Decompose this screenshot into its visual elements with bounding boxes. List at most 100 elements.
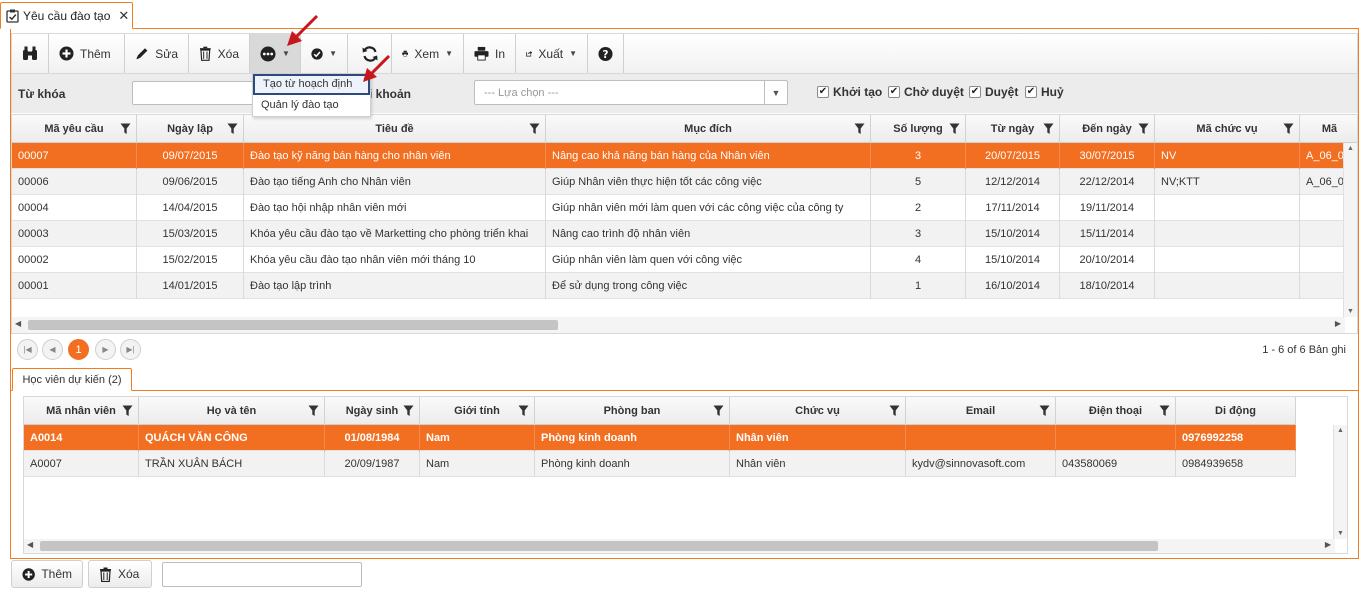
table-row[interactable]: 00002 15/02/2015 Khóa yêu cầu đào tạo nhân… (12, 247, 1357, 273)
status-checkbox-approved[interactable]: ✔ Duyệt (969, 85, 1018, 99)
page-number-current[interactable]: 1 (68, 339, 89, 360)
trainees-horizontal-scrollbar[interactable]: ◀ ▶ (24, 539, 1335, 553)
menu-item-training-management[interactable]: Quản lý đào tạo (253, 95, 370, 115)
column-header[interactable]: Mã nhân viên (24, 397, 139, 425)
filter-icon[interactable] (1043, 123, 1054, 135)
print-label: In (494, 46, 505, 61)
help-icon: ? (598, 46, 613, 61)
add-button[interactable]: Thêm (49, 34, 125, 73)
scroll-right-icon[interactable]: ▶ (1335, 319, 1341, 328)
first-page-icon[interactable]: |◀ (17, 339, 38, 360)
filter-icon[interactable] (949, 123, 960, 135)
tab-expected-trainees[interactable]: Học viên dự kiến (2) (12, 368, 132, 391)
filter-icon[interactable] (122, 405, 133, 417)
checkbox-checked-icon[interactable]: ✔ (888, 86, 900, 98)
column-header[interactable]: Mã (1300, 115, 1357, 143)
column-header[interactable]: Chức vụ (730, 397, 906, 425)
column-header[interactable]: Đến ngày (1060, 115, 1155, 143)
next-page-icon[interactable]: ▶ (95, 339, 116, 360)
filter-icon[interactable] (854, 123, 865, 135)
edit-button[interactable]: Sửa (125, 34, 189, 73)
table-cell (906, 425, 1056, 451)
table-row[interactable]: 00003 15/03/2015 Khóa yêu cầu đào tạo về M… (12, 221, 1357, 247)
filter-icon[interactable] (1159, 405, 1170, 417)
column-header[interactable]: Phòng ban (535, 397, 730, 425)
column-header[interactable]: Ngày sinh (325, 397, 420, 425)
table-row[interactable]: A0014 QUÁCH VĂN CÔNG 01/08/1984 Nam Phòng ki… (24, 425, 1296, 451)
filter-icon[interactable] (713, 405, 724, 417)
table-cell: Nâng cao trình độ nhân viên (546, 221, 871, 247)
column-header[interactable]: Mã chức vụ (1155, 115, 1300, 143)
column-header[interactable]: Từ ngày (966, 115, 1060, 143)
trainee-search-input[interactable] (162, 562, 362, 587)
close-icon[interactable]: ✕ (118, 8, 129, 24)
help-button[interactable]: ? (588, 34, 624, 73)
filter-icon[interactable] (403, 405, 414, 417)
column-header[interactable]: Số lượng (871, 115, 966, 143)
table-cell: 3 (871, 143, 966, 169)
column-header[interactable]: Mục đích (546, 115, 871, 143)
checkbox-checked-icon[interactable]: ✔ (817, 86, 829, 98)
status-checkbox-created[interactable]: ✔ Khởi tạo (817, 85, 882, 99)
filter-icon[interactable] (120, 123, 131, 135)
menu-item-create-from-plan[interactable]: Tạo từ hoạch định (253, 74, 370, 95)
column-header[interactable]: Họ và tên (139, 397, 325, 425)
scroll-right-icon[interactable]: ▶ (1325, 540, 1331, 549)
filter-icon[interactable] (1283, 123, 1294, 135)
column-header[interactable]: Giới tính (420, 397, 535, 425)
chevron-down-icon[interactable]: ▼ (764, 81, 787, 104)
account-select[interactable]: --- Lựa chọn --- ▼ (474, 80, 788, 105)
requests-horizontal-scrollbar[interactable]: ◀ ▶ (12, 317, 1345, 333)
table-row[interactable]: 00001 14/01/2015 Đào tạo lập trình Để sử dụ… (12, 273, 1357, 299)
print-button[interactable]: In (464, 34, 516, 73)
scroll-thumb[interactable] (28, 320, 558, 330)
table-row[interactable]: 00004 14/04/2015 Đào tạo hội nhập nhân viê… (12, 195, 1357, 221)
prev-page-icon[interactable]: ◀ (42, 339, 63, 360)
view-button[interactable]: Xem ▼ (392, 34, 464, 73)
scroll-down-icon[interactable]: ▼ (1344, 308, 1357, 315)
column-header-label: Mã nhân viên (46, 405, 116, 417)
last-page-icon[interactable]: ▶| (120, 339, 141, 360)
column-header[interactable]: Ngày lập (137, 115, 244, 143)
column-header[interactable]: Di động (1176, 397, 1296, 425)
tab-training-request[interactable]: Yêu cầu đào tạo ✕ (0, 2, 133, 29)
annotation-arrow-icon (287, 14, 319, 46)
scroll-up-icon[interactable]: ▲ (1344, 145, 1357, 152)
checkbox-checked-icon[interactable]: ✔ (1025, 86, 1037, 98)
table-row[interactable]: 00006 09/06/2015 Đào tạo tiếng Anh cho Nhâ… (12, 169, 1357, 195)
filter-icon[interactable] (529, 123, 540, 135)
table-row[interactable]: A0007 TRẦN XUÂN BÁCH 20/09/1987 Nam Phòng ki… (24, 451, 1296, 477)
requests-vertical-scrollbar[interactable]: ▲ ▼ (1343, 143, 1357, 317)
scroll-thumb[interactable] (40, 541, 1158, 551)
scroll-left-icon[interactable]: ◀ (27, 540, 33, 549)
checkbox-checked-icon[interactable]: ✔ (969, 86, 981, 98)
table-cell: 00003 (12, 221, 137, 247)
status-checkbox-cancelled[interactable]: ✔ Huỷ (1025, 85, 1064, 99)
scroll-down-icon[interactable]: ▼ (1334, 530, 1347, 537)
filter-icon[interactable] (889, 405, 900, 417)
find-button[interactable] (12, 34, 49, 73)
column-header[interactable]: Email (906, 397, 1056, 425)
keyword-input[interactable] (132, 81, 257, 105)
filter-icon[interactable] (308, 405, 319, 417)
status-checkbox-pending[interactable]: ✔ Chờ duyệt (888, 85, 964, 99)
table-cell: 20/07/2015 (966, 143, 1060, 169)
table-cell: 09/06/2015 (137, 169, 244, 195)
scroll-up-icon[interactable]: ▲ (1334, 427, 1347, 434)
table-cell: NV (1155, 143, 1300, 169)
trainees-vertical-scrollbar[interactable]: ▲ ▼ (1333, 425, 1347, 539)
filter-icon[interactable] (227, 123, 238, 135)
table-row[interactable]: 00007 09/07/2015 Đào tạo kỹ năng bán hàng … (12, 143, 1357, 169)
delete-button[interactable]: Xóa (189, 34, 250, 73)
filter-icon[interactable] (518, 405, 529, 417)
clipboard-check-icon (6, 9, 19, 23)
delete-trainee-button[interactable]: Xóa (88, 560, 152, 588)
scroll-left-icon[interactable]: ◀ (15, 319, 21, 328)
export-button[interactable]: Xuất ▼ (516, 34, 588, 73)
column-header[interactable]: Điện thoại (1056, 397, 1176, 425)
filter-icon[interactable] (1039, 405, 1050, 417)
column-header[interactable]: Tiêu đề (244, 115, 546, 143)
filter-icon[interactable] (1138, 123, 1149, 135)
add-trainee-button[interactable]: Thêm (11, 560, 83, 588)
column-header[interactable]: Mã yêu cầu (12, 115, 137, 143)
